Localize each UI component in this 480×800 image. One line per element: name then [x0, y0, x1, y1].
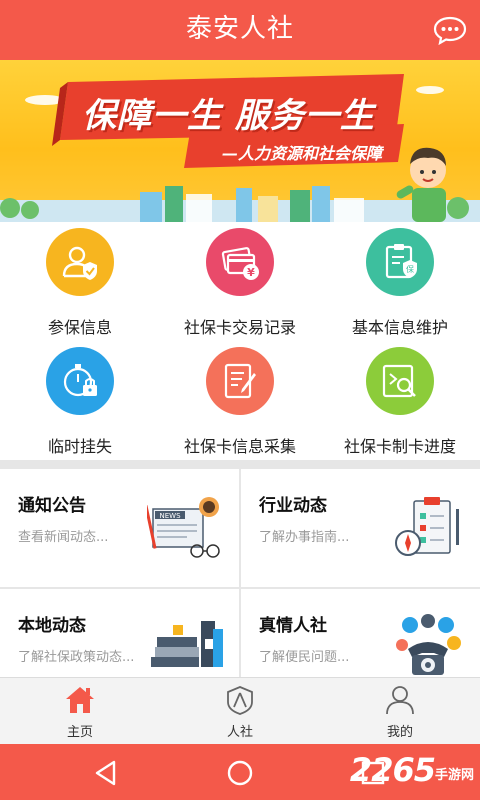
grid-item-insurance-info[interactable]: 参保信息 [0, 222, 160, 341]
tab-label: 我的 [386, 725, 413, 740]
card-subtitle: 了解便民问题... [259, 650, 350, 665]
user-icon [386, 686, 414, 715]
chat-bubble-icon[interactable] [432, 12, 468, 48]
timer-lock-icon [46, 347, 114, 415]
grid-item-card-transactions[interactable]: ¥ 社保卡交易记录 [160, 222, 320, 341]
grid-item-label: 社保卡制卡进度 [343, 437, 456, 456]
news-cards: 通知公告 查看新闻动态... NEWS 行业动态 了解办事指南... 本地动态 … [0, 469, 480, 677]
card-caring-hr[interactable]: 真情人社 了解便民问题... [241, 589, 480, 677]
tab-label: 人社 [226, 725, 253, 740]
bottom-tab-bar: 主页 人社 我的 [0, 677, 480, 744]
watermark-logo: 2265手游网 [350, 751, 474, 789]
home-icon [66, 687, 94, 713]
system-nav-bar: 2265手游网 [0, 744, 480, 800]
banner-subslogan: —人力资源和社会保障 [222, 144, 383, 163]
watermark-number: 2265 [349, 751, 436, 789]
grid-item-card-progress[interactable]: 社保卡制卡进度 [320, 341, 480, 460]
person-badge-icon [227, 686, 253, 715]
banner-slogan: 保障一生 服务一生 [82, 96, 375, 136]
clipboard-shield-icon: 保 [366, 228, 434, 296]
grid-item-label: 社保卡信息采集 [183, 437, 296, 456]
card-notices[interactable]: 通知公告 查看新闻动态... NEWS [0, 469, 239, 587]
grid-item-label: 临时挂失 [47, 437, 112, 456]
grid-item-card-info-collect[interactable]: 社保卡信息采集 [160, 341, 320, 460]
grid-item-basic-info[interactable]: 保 基本信息维护 [320, 222, 480, 341]
grid-item-label: 参保信息 [47, 318, 112, 337]
card-subtitle: 了解办事指南... [259, 530, 350, 545]
service-grid: 参保信息 ¥ 社保卡交易记录 保 基本信息维护 临时挂失 社保卡信息采集 社保卡… [0, 222, 480, 460]
tab-mine[interactable]: 我的 [320, 678, 480, 745]
card-local-news[interactable]: 本地动态 了解社保政策动态... [0, 589, 239, 677]
watermark-suffix: 手游网 [434, 768, 474, 783]
card-subtitle: 查看新闻动态... [18, 530, 109, 545]
tab-home[interactable]: 主页 [0, 678, 160, 745]
card-title: 通知公告 [18, 496, 86, 516]
grid-item-label: 社保卡交易记录 [183, 318, 296, 337]
promo-banner[interactable]: 保障一生 服务一生 —人力资源和社会保障 [0, 60, 480, 222]
svg-text:¥: ¥ [247, 266, 255, 279]
clipboard-compass-illustration [395, 497, 459, 556]
user-shield-icon [46, 228, 114, 296]
page-title: 泰安人社 [185, 14, 294, 44]
tab-label: 主页 [66, 725, 93, 740]
app-header: 泰安人社 [0, 0, 480, 60]
svg-text:保: 保 [406, 264, 414, 274]
card-title: 本地动态 [18, 616, 86, 636]
card-industry-news[interactable]: 行业动态 了解办事指南... [241, 469, 480, 587]
books-illustration [151, 621, 223, 667]
svg-text:NEWS: NEWS [159, 512, 181, 520]
newspaper-illustration: NEWS [147, 497, 220, 558]
section-divider [0, 460, 480, 469]
card-yuan-icon: ¥ [206, 228, 274, 296]
grid-item-report-loss[interactable]: 临时挂失 [0, 341, 160, 460]
home-circle-icon[interactable] [225, 758, 255, 788]
back-icon[interactable] [92, 758, 122, 788]
edit-document-icon [206, 347, 274, 415]
card-title: 行业动态 [259, 496, 327, 516]
search-document-icon [366, 347, 434, 415]
tab-hr[interactable]: 人社 [160, 678, 320, 745]
card-subtitle: 了解社保政策动态... [18, 650, 135, 665]
telephone-illustration [396, 614, 461, 675]
card-title: 真情人社 [259, 616, 327, 636]
grid-item-label: 基本信息维护 [351, 318, 448, 337]
